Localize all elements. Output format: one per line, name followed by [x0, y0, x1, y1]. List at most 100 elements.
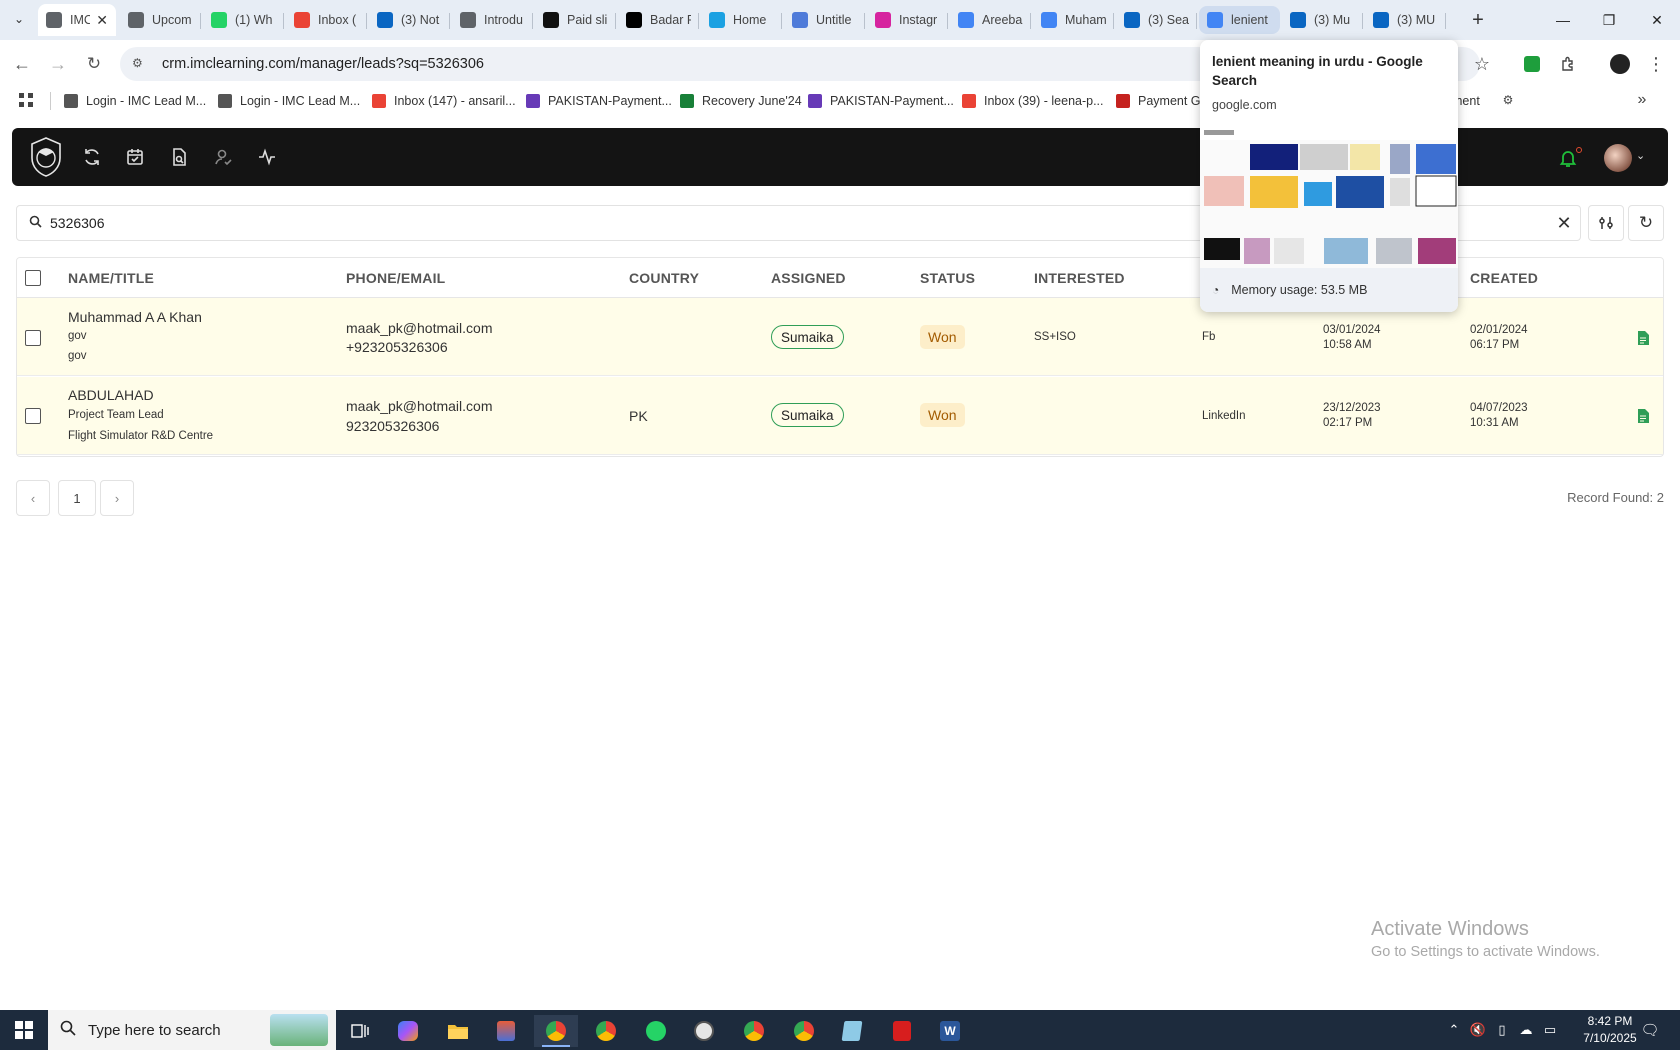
row-checkbox[interactable]: [25, 408, 41, 424]
select-all-checkbox[interactable]: [25, 270, 41, 286]
assigned-badge[interactable]: Sumaika: [771, 325, 844, 349]
document-icon[interactable]: [1637, 331, 1649, 345]
windows-start-icon[interactable]: [0, 1010, 48, 1050]
file-explorer-icon[interactable]: [436, 1015, 480, 1047]
bookmark-icon-extra[interactable]: ⚙: [1496, 88, 1520, 112]
col-assigned[interactable]: ASSIGNED: [771, 270, 846, 286]
bookmark-item[interactable]: Inbox (147) - ansaril...: [372, 88, 516, 114]
tray-chevron-icon[interactable]: ⌃: [1444, 1020, 1464, 1040]
browser-tab-3[interactable]: Inbox (: [286, 4, 367, 36]
browser-tab-12[interactable]: Muham: [1033, 4, 1114, 36]
document-search-icon[interactable]: [166, 144, 192, 170]
weather-cloud-icon[interactable]: ☁: [1516, 1020, 1536, 1040]
reload-icon[interactable]: ↻: [80, 50, 108, 78]
browser-tab-14[interactable]: lenient: [1199, 6, 1280, 34]
lead-phone[interactable]: +923205326306: [346, 339, 448, 355]
acrobat-icon[interactable]: [880, 1015, 924, 1047]
clock-app-icon[interactable]: [682, 1015, 726, 1047]
copilot-icon[interactable]: [386, 1015, 430, 1047]
col-interested[interactable]: INTERESTED: [1034, 270, 1125, 286]
word-icon[interactable]: W: [928, 1015, 972, 1047]
more-bookmarks-chevron-icon[interactable]: »: [1630, 88, 1654, 112]
tab-search-chevron-icon[interactable]: ⌄: [8, 8, 30, 30]
browser-tab-4[interactable]: (3) Not: [369, 4, 450, 36]
snipping-tool-icon[interactable]: [484, 1015, 528, 1047]
browser-tab-5[interactable]: Introdu: [452, 4, 533, 36]
browser-tab-7[interactable]: Badar F: [618, 4, 699, 36]
sync-icon[interactable]: [79, 144, 105, 170]
chrome-taskbar-icon-active[interactable]: [534, 1015, 578, 1047]
col-created[interactable]: CREATED: [1470, 270, 1538, 286]
col-name-title[interactable]: NAME/TITLE: [68, 270, 154, 286]
browser-tab-2[interactable]: (1) Wh: [203, 4, 284, 36]
bookmark-item[interactable]: Payment Ga: [1116, 88, 1207, 114]
bookmark-star-icon[interactable]: ☆: [1468, 50, 1496, 78]
col-country[interactable]: COUNTRY: [629, 270, 699, 286]
extensions-puzzle-icon[interactable]: [1554, 50, 1582, 78]
chrome-menu-icon[interactable]: ⋮: [1642, 50, 1670, 78]
new-tab-button[interactable]: +: [1466, 8, 1490, 32]
browser-tab-15[interactable]: (3) Mu: [1282, 4, 1363, 36]
activity-pulse-icon[interactable]: [254, 144, 280, 170]
col-status[interactable]: STATUS: [920, 270, 975, 286]
minimize-icon[interactable]: —: [1548, 8, 1578, 32]
prev-page-button[interactable]: ‹: [16, 480, 50, 516]
back-arrow-icon[interactable]: ←: [8, 50, 36, 78]
bookmark-item[interactable]: Login - IMC Lead M...: [64, 88, 206, 114]
lead-email[interactable]: maak_pk@hotmail.com: [346, 320, 493, 336]
calendar-icon[interactable]: [122, 144, 148, 170]
notification-center-icon[interactable]: 🗨: [1638, 1018, 1662, 1042]
lead-email[interactable]: maak_pk@hotmail.com: [346, 398, 493, 414]
lead-name[interactable]: ABDULAHAD: [68, 387, 154, 403]
browser-tab-8[interactable]: Home: [701, 4, 782, 36]
lead-phone[interactable]: 923205326306: [346, 418, 439, 434]
refresh-button[interactable]: ↻: [1628, 205, 1664, 241]
bookmark-item[interactable]: PAKISTAN-Payment...: [808, 88, 954, 114]
task-view-icon[interactable]: [338, 1015, 382, 1047]
browser-tab-1[interactable]: Upcom: [120, 4, 201, 36]
document-icon[interactable]: [1637, 409, 1649, 423]
site-info-icon[interactable]: ⚙: [132, 56, 148, 72]
row-checkbox[interactable]: [25, 330, 41, 346]
bookmark-item[interactable]: Inbox (39) - leena-p...: [962, 88, 1104, 114]
filter-settings-button[interactable]: [1588, 205, 1624, 241]
chrome-profile-icon[interactable]: [584, 1015, 628, 1047]
chrome-profile-2-icon[interactable]: [732, 1015, 776, 1047]
bookmark-item[interactable]: Recovery June'24: [680, 88, 802, 114]
table-row[interactable]: ABDULAHAD Project Team Lead Flight Simul…: [17, 377, 1663, 455]
assigned-badge[interactable]: Sumaika: [771, 403, 844, 427]
user-avatar[interactable]: [1604, 144, 1632, 172]
bookmark-item[interactable]: Login - IMC Lead M...: [218, 88, 360, 114]
whatsapp-icon[interactable]: [634, 1015, 678, 1047]
browser-tab-13[interactable]: (3) Sea: [1116, 4, 1197, 36]
network-icon[interactable]: ▭: [1540, 1020, 1560, 1040]
tab-close-icon[interactable]: ✕: [96, 12, 108, 29]
volume-muted-icon[interactable]: 🔇: [1468, 1020, 1488, 1040]
page-1-button[interactable]: 1: [58, 480, 96, 516]
notepad-icon[interactable]: [830, 1015, 874, 1047]
imc-logo[interactable]: [28, 136, 64, 178]
browser-tab-11[interactable]: Areeba: [950, 4, 1031, 36]
bookmark-item[interactable]: PAKISTAN-Payment...: [526, 88, 672, 114]
browser-tab-10[interactable]: Instagr: [867, 4, 948, 36]
forward-arrow-icon[interactable]: →: [44, 50, 72, 78]
browser-tab-9[interactable]: Untitle: [784, 4, 865, 36]
close-window-icon[interactable]: ✕: [1642, 8, 1672, 32]
next-page-button[interactable]: ›: [100, 480, 134, 516]
chevron-down-icon[interactable]: ⌄: [1636, 149, 1645, 162]
status-badge[interactable]: Won: [920, 403, 965, 427]
extension-green-icon[interactable]: [1518, 50, 1546, 78]
browser-tab-16[interactable]: (3) MU: [1365, 4, 1446, 36]
lead-name[interactable]: Muhammad A A Khan: [68, 309, 202, 325]
clear-search-icon[interactable]: ✕: [1552, 211, 1576, 235]
restore-icon[interactable]: ❐: [1594, 8, 1624, 32]
user-check-icon[interactable]: [210, 144, 236, 170]
browser-tab-0[interactable]: IMC ✕: [38, 4, 116, 36]
battery-icon[interactable]: ▯: [1492, 1020, 1512, 1040]
profile-avatar-icon[interactable]: [1606, 50, 1634, 78]
chrome-profile-3-icon[interactable]: [782, 1015, 826, 1047]
col-phone-email[interactable]: PHONE/EMAIL: [346, 270, 445, 286]
apps-grid-icon[interactable]: [16, 90, 36, 110]
status-badge[interactable]: Won: [920, 325, 965, 349]
browser-tab-6[interactable]: Paid sli: [535, 4, 616, 36]
